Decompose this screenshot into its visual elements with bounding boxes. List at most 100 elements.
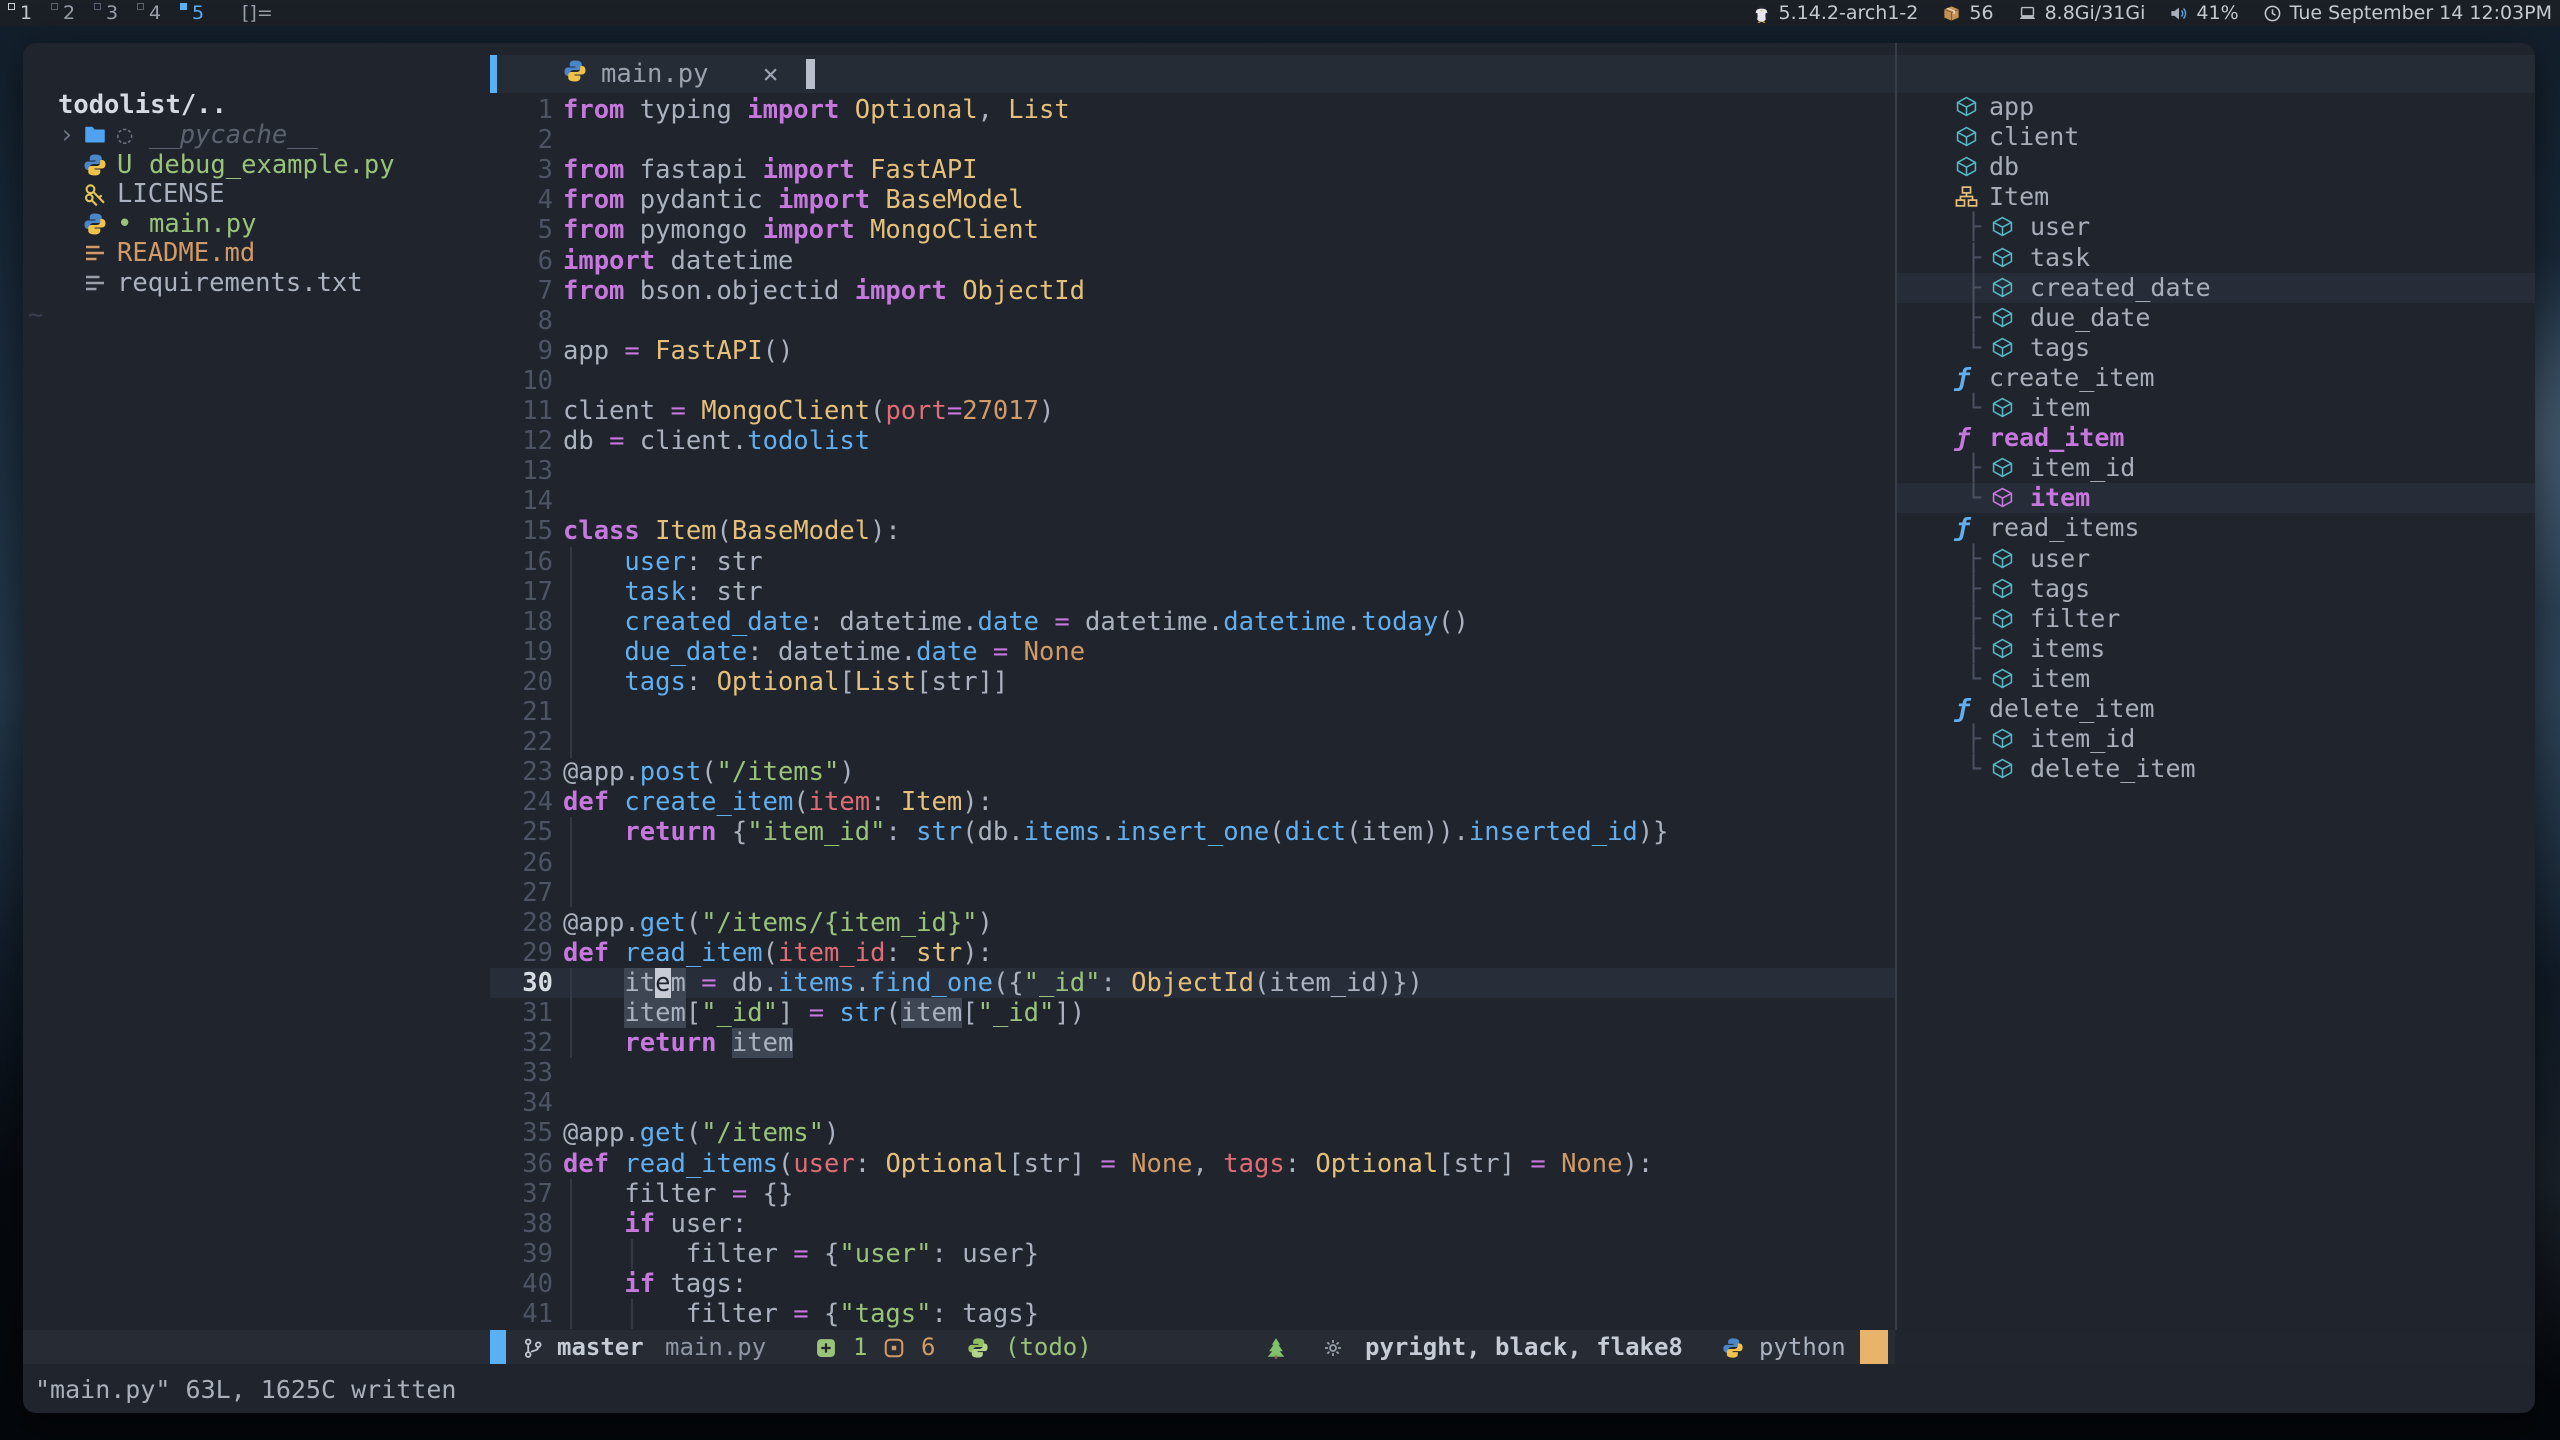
code-text: @app.post("/items") — [563, 757, 855, 787]
cube-icon — [1991, 306, 2014, 329]
workspace-tag-1[interactable]: 1 — [6, 0, 48, 26]
line-number: 25 — [490, 817, 553, 847]
code-editor[interactable]: 1from typing import Optional, List23from… — [490, 95, 1895, 1330]
outline-symbol-app[interactable]: app — [1897, 92, 2535, 122]
symbol-label: tags — [2030, 574, 2090, 604]
code-text: task: str — [563, 577, 763, 607]
workspace-tag-2[interactable]: 2 — [49, 0, 91, 26]
tree-connector: └ — [1966, 393, 1981, 423]
workspace-indicator — [180, 3, 187, 10]
line-number: 28 — [490, 908, 553, 938]
line-number: 18 — [490, 607, 553, 637]
tree-connector: ├ — [1966, 453, 1981, 483]
outline-symbol-client[interactable]: client — [1897, 122, 2535, 152]
outline-symbol-item[interactable]: └item — [1897, 483, 2535, 513]
outline-symbol-created_date[interactable]: ├created_date — [1897, 273, 2535, 303]
cube-icon — [1991, 276, 2014, 299]
outline-symbol-Item[interactable]: Item — [1897, 182, 2535, 212]
file-explorer[interactable]: todolist/.. ›◌__pycache__Udebug_example.… — [23, 43, 490, 1330]
stat-package: 56 — [1942, 2, 1993, 24]
tree-connector: ├ — [1966, 574, 1981, 604]
function-icon: ƒ — [1955, 694, 1970, 724]
tree-connector: ├ — [1966, 604, 1981, 634]
cube-icon — [1991, 456, 2014, 479]
code-text: filter = {"user": user} — [563, 1239, 1039, 1269]
workspace-tag-5[interactable]: 5 — [178, 0, 220, 26]
symbol-label: created_date — [2030, 273, 2211, 303]
symbol-label: delete_item — [2030, 754, 2196, 784]
line-number: 5 — [490, 215, 553, 245]
tab-label: main.py — [601, 59, 708, 89]
tab-main-py[interactable]: main.py × — [563, 55, 779, 93]
venv-name: (todo) — [1005, 1330, 1092, 1364]
workspace-tag-3[interactable]: 3 — [92, 0, 134, 26]
file-tree-item-LICENSE[interactable]: LICENSE — [23, 179, 490, 208]
line-number: 30 — [490, 968, 553, 998]
code-text: item = db.items.find_one({"_id": ObjectI… — [563, 968, 1423, 998]
outline-symbol-db[interactable]: db — [1897, 152, 2535, 182]
cube-icon — [1991, 727, 2014, 750]
lsp-servers: pyright, black, flake8 — [1365, 1330, 1683, 1364]
file-tree-item-__pycache__[interactable]: ›◌__pycache__ — [23, 120, 490, 149]
file-tree-item-README.md[interactable]: README.md — [23, 238, 490, 267]
folder-icon — [83, 123, 107, 147]
python-venv-icon — [967, 1330, 989, 1364]
python-icon — [83, 212, 107, 236]
workspace-indicator — [51, 3, 58, 10]
function-icon: ƒ — [1955, 423, 1970, 453]
line-number: 29 — [490, 938, 553, 968]
outline-symbol-items[interactable]: ├items — [1897, 634, 2535, 664]
outline-symbol-delete_item[interactable]: ƒdelete_item — [1897, 694, 2535, 724]
tree-connector: └ — [1966, 754, 1981, 784]
outline-symbol-item[interactable]: └item — [1897, 393, 2535, 423]
symbol-label: due_date — [2030, 303, 2150, 333]
file-name: README.md — [117, 238, 255, 268]
line-number: 9 — [490, 336, 553, 366]
outline-symbol-create_item[interactable]: ƒcreate_item — [1897, 363, 2535, 393]
code-text: import datetime — [563, 246, 793, 276]
outline-symbol-user[interactable]: ├user — [1897, 212, 2535, 242]
workspace-tag-4[interactable]: 4 — [135, 0, 177, 26]
workspace-indicator — [8, 3, 15, 10]
outline-symbol-user[interactable]: ├user — [1897, 544, 2535, 574]
outline-symbol-filter[interactable]: ├filter — [1897, 604, 2535, 634]
git-branch-icon — [522, 1330, 544, 1364]
file-tree-root[interactable]: todolist/.. — [58, 90, 227, 120]
outline-symbol-delete_item[interactable]: └ delete_item — [1897, 754, 2535, 784]
file-tree-item-main.py[interactable]: •main.py — [23, 209, 490, 238]
line-number: 33 — [490, 1058, 553, 1088]
tree-connector: ├ — [1966, 724, 1981, 754]
outline-symbol-item[interactable]: └item — [1897, 664, 2535, 694]
git-status-badge: • — [117, 209, 132, 239]
line-number: 23 — [490, 757, 553, 787]
symbol-label: items — [2030, 634, 2105, 664]
outline-symbol-task[interactable]: ├task — [1897, 243, 2535, 273]
cube-icon — [1991, 246, 2014, 269]
line-number: 38 — [490, 1209, 553, 1239]
outline-symbol-read_item[interactable]: ƒread_item — [1897, 423, 2535, 453]
file-tree-item-debug_example.py[interactable]: Udebug_example.py — [23, 150, 490, 179]
line-number: 2 — [490, 125, 553, 155]
tree-connector: ├ — [1966, 212, 1981, 242]
code-text: client = MongoClient(port=27017) — [563, 396, 1054, 426]
line-number: 8 — [490, 306, 553, 336]
line-number: 14 — [490, 486, 553, 516]
code-text: filter = {"tags": tags} — [563, 1299, 1039, 1329]
symbols-outline[interactable]: appclientdbItem├user├task├created_date├d… — [1897, 92, 2535, 1322]
cube-icon — [1991, 577, 2014, 600]
outline-symbol-item_id[interactable]: ├item_id — [1897, 453, 2535, 483]
outline-symbol-read_items[interactable]: ƒread_items — [1897, 513, 2535, 543]
code-text: from pydantic import BaseModel — [563, 185, 1024, 215]
outline-symbol-tags[interactable]: ├ tags — [1897, 574, 2535, 604]
penguin-icon — [1752, 4, 1771, 23]
code-text: created_date: datetime.date = datetime.d… — [563, 607, 1469, 637]
file-name: __pycache__ — [149, 120, 318, 150]
outline-symbol-tags[interactable]: └tags — [1897, 333, 2535, 363]
close-tab-icon[interactable]: × — [762, 59, 778, 90]
outline-symbol-item_id[interactable]: ├item_id — [1897, 724, 2535, 754]
tree-connector: └ — [1966, 333, 1981, 363]
file-tree-item-requirements.txt[interactable]: requirements.txt — [23, 268, 490, 297]
expander-icon[interactable]: › — [59, 120, 74, 150]
code-text: from fastapi import FastAPI — [563, 155, 978, 185]
outline-symbol-due_date[interactable]: ├due_date — [1897, 303, 2535, 333]
